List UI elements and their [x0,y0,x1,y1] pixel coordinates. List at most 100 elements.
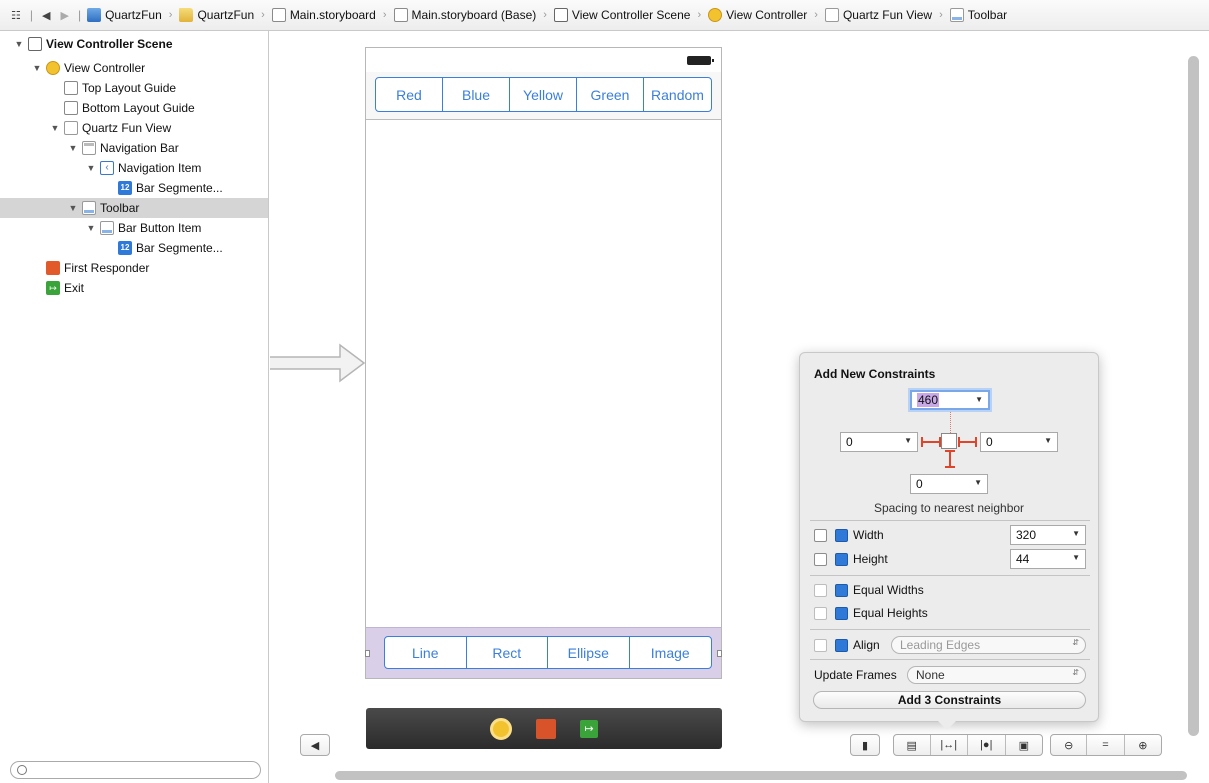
outline-item-label: View Controller Scene [46,37,173,51]
right-spacing-field[interactable]: 0 ▼ [980,432,1058,452]
breadcrumb-label: Toolbar [967,8,1008,22]
width-checkbox[interactable] [814,528,827,542]
breadcrumb-view-controller[interactable]: View Controller [708,8,807,22]
outline-item-toolbar[interactable]: ▼ Toolbar [0,198,268,218]
outline-item-bar-segmented-top[interactable]: 12 Bar Segmente... [0,178,268,198]
equal-heights-checkbox[interactable] [814,606,827,620]
chevron-down-icon[interactable]: ▼ [974,478,982,487]
align-icon[interactable]: ▤ [894,735,931,755]
resolve-issues-icon[interactable]: |●| [968,735,1006,755]
height-value-field[interactable]: 44 ▼ [1010,549,1086,569]
segment-random[interactable]: Random [644,78,711,111]
pin-icon[interactable]: |↔| [931,735,969,755]
resizing-icon[interactable]: ▣ [1006,735,1042,755]
align-checkbox[interactable] [814,638,827,652]
align-row[interactable]: Align [814,636,880,654]
chevron-down-icon[interactable]: ▼ [1072,553,1080,562]
outline-item-bar-button-item[interactable]: ▼ Bar Button Item [0,218,268,238]
view-controller-scene[interactable]: Red Blue Yellow Green Random Line Rect E… [365,47,722,679]
equal-widths-checkbox[interactable] [814,583,827,597]
view-controller-icon[interactable] [490,717,512,740]
update-frames-popup[interactable]: None ⇵ [907,666,1086,684]
right-spacing-value: 0 [986,435,993,449]
color-segmented-control[interactable]: Red Blue Yellow Green Random [375,77,712,112]
width-value-field[interactable]: 320 ▼ [1010,525,1086,545]
top-spacing-field[interactable]: 460 ▼ [910,390,990,410]
segment-image[interactable]: Image [630,637,712,668]
outline-item-bottom-layout-guide[interactable]: Bottom Layout Guide [0,98,268,118]
resize-handle-left[interactable] [365,650,370,657]
breadcrumb-project[interactable]: QuartzFun [87,8,162,22]
zoom-out-icon[interactable]: ⊖ [1051,735,1088,755]
height-constraint-row[interactable]: Height [814,550,888,568]
disclosure-triangle-icon[interactable]: ▼ [50,123,60,133]
chevron-down-icon[interactable]: ▼ [904,436,912,445]
breadcrumb-storyboard[interactable]: Main.storyboard [271,8,376,22]
jump-bar-divider: | [29,8,33,22]
shape-segmented-control[interactable]: Line Rect Ellipse Image [384,636,712,669]
segment-rect[interactable]: Rect [467,637,548,668]
segment-yellow[interactable]: Yellow [510,78,577,111]
navigation-bar[interactable]: Red Blue Yellow Green Random [366,72,721,120]
outline-item-first-responder[interactable]: First Responder [0,258,268,278]
breadcrumb-folder[interactable]: QuartzFun [179,8,254,22]
segment-line[interactable]: Line [385,637,467,668]
disclosure-triangle-icon[interactable]: ▼ [14,39,24,49]
exit-icon[interactable]: ↦ [580,719,598,738]
resize-handle-right[interactable] [717,650,722,657]
first-responder-icon[interactable] [536,718,556,739]
outline-filter-field[interactable] [10,761,261,779]
outline-item-exit[interactable]: ↦ Exit [0,278,268,298]
back-arrow-icon[interactable]: ◀ [39,9,53,22]
disclosure-triangle-icon[interactable]: ▼ [32,63,42,73]
segment-green[interactable]: Green [577,78,644,111]
breadcrumb-scene[interactable]: View Controller Scene [553,8,690,22]
outline-item-navigation-bar[interactable]: ▼ Navigation Bar [0,138,268,158]
width-constraint-row[interactable]: Width [814,526,884,544]
outline-item-view-controller[interactable]: ▼ View Controller [0,58,268,78]
equal-widths-icon [835,583,848,597]
first-responder-icon [46,261,60,275]
equal-heights-row[interactable]: Equal Heights [814,604,928,622]
disclosure-triangle-icon[interactable]: ▼ [86,223,96,233]
vertical-scrollbar[interactable] [1188,56,1199,736]
breadcrumb-toolbar[interactable]: Toolbar [949,8,1008,22]
height-checkbox[interactable] [814,552,827,566]
size-class-button[interactable]: ▮ [850,734,880,756]
left-strut-cap [921,437,923,447]
bottom-spacing-field[interactable]: 0 ▼ [910,474,988,494]
left-constraint-strut[interactable] [922,441,940,443]
related-items-icon[interactable]: ☷ [8,9,24,22]
outline-item-quartz-fun-view[interactable]: ▼ Quartz Fun View [0,118,268,138]
breadcrumb-view[interactable]: Quartz Fun View [824,8,932,22]
breadcrumb-storyboard-base[interactable]: Main.storyboard (Base) [393,8,536,22]
outline-item-top-layout-guide[interactable]: Top Layout Guide [0,78,268,98]
toggle-outline-button[interactable]: ◀ [300,734,330,756]
right-strut-cap [958,437,960,447]
outline-item-view-controller-scene[interactable]: ▼ View Controller Scene [0,34,268,54]
bottom-constraint-strut[interactable] [949,451,951,467]
disclosure-triangle-icon[interactable]: ▼ [68,143,78,153]
segment-red[interactable]: Red [376,78,443,111]
add-constraints-button[interactable]: Add 3 Constraints [813,691,1086,709]
disclosure-triangle-icon[interactable]: ▼ [68,203,78,213]
zoom-actual-icon[interactable]: = [1087,735,1125,755]
view-controller-icon [708,8,723,22]
disclosure-triangle-icon[interactable]: ▼ [86,163,96,173]
segment-ellipse[interactable]: Ellipse [548,637,630,668]
top-spacing-value: 460 [917,393,940,407]
outline-item-navigation-item[interactable]: ▼ ‹ Navigation Item [0,158,268,178]
chevron-down-icon[interactable]: ▼ [1044,436,1052,445]
horizontal-scrollbar[interactable] [335,771,1187,780]
right-constraint-strut[interactable] [958,441,976,443]
equal-widths-row[interactable]: Equal Widths [814,581,924,599]
zoom-in-icon[interactable]: ⊕ [1125,735,1161,755]
toolbar[interactable]: Line Rect Ellipse Image [365,627,722,678]
left-spacing-field[interactable]: 0 ▼ [840,432,918,452]
align-popup[interactable]: Leading Edges ⇵ [891,636,1086,654]
chevron-down-icon[interactable]: ▼ [975,395,983,404]
chevron-down-icon[interactable]: ▼ [1072,529,1080,538]
forward-arrow-icon[interactable]: ▶ [57,9,71,22]
segment-blue[interactable]: Blue [443,78,510,111]
outline-item-bar-segmented-bottom[interactable]: 12 Bar Segmente... [0,238,268,258]
